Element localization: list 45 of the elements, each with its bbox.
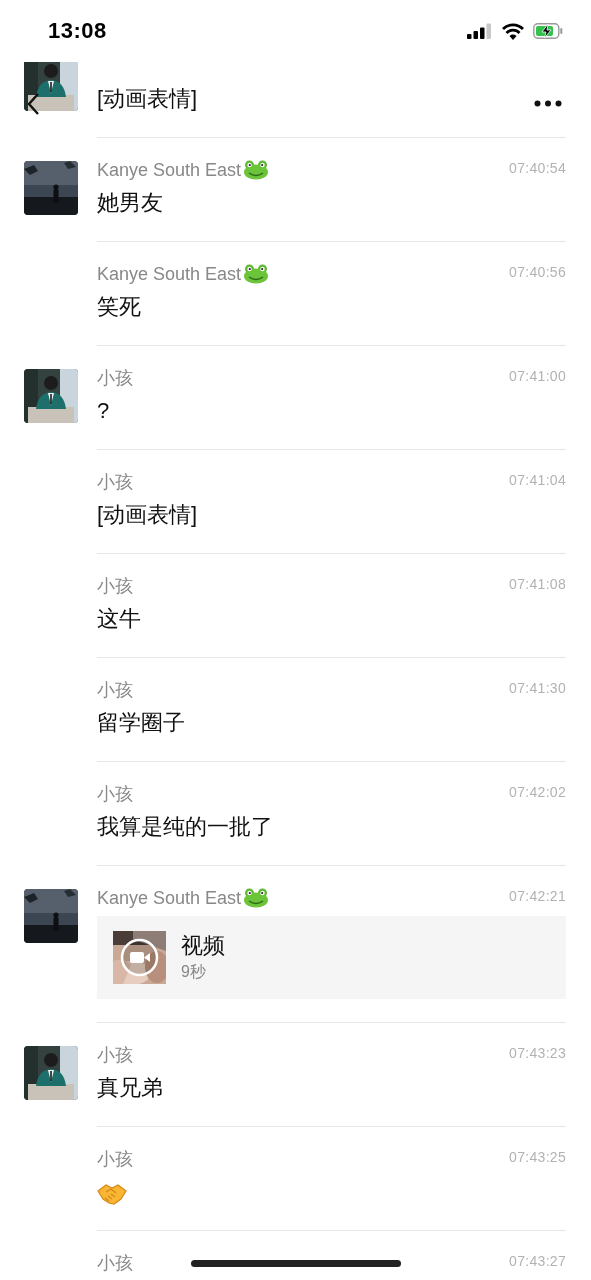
sender-name: Kanye South East: [97, 263, 242, 285]
battery-charging-icon: [533, 23, 563, 39]
message-text: 这牛: [97, 605, 141, 633]
message-time: 07:43:23: [509, 1044, 566, 1061]
sender-name: 小孩: [97, 471, 133, 494]
message-time: 07:40:54: [509, 159, 566, 176]
status-time: 13:08: [48, 18, 107, 44]
message-text: [动画表情]: [97, 85, 198, 113]
message-text: 笑死: [97, 293, 141, 321]
video-message[interactable]: 视频 9秒: [97, 916, 566, 999]
sender-name: Kanye South East: [97, 159, 242, 181]
frog-icon: [243, 160, 270, 180]
wifi-icon: [501, 22, 525, 40]
more-icon[interactable]: [534, 100, 562, 107]
sender-name: 小孩: [97, 783, 133, 806]
message-time: 07:43:27: [509, 1252, 566, 1269]
message-time: 07:41:00: [509, 367, 566, 384]
message-time: 07:42:02: [509, 783, 566, 800]
sender-name: 小孩: [97, 575, 133, 598]
sender-name: 小孩: [97, 367, 133, 390]
message-time: 07:41:04: [509, 471, 566, 488]
message-text: 留学圈子: [97, 709, 185, 737]
frog-icon: [243, 888, 270, 908]
message-time: 07:43:25: [509, 1148, 566, 1165]
sender-name: Kanye South East: [97, 887, 242, 909]
back-icon[interactable]: [26, 92, 40, 116]
sender-name: 小孩: [97, 679, 133, 702]
video-label: 视频: [181, 932, 225, 960]
sender-name: 小孩: [97, 1148, 133, 1171]
video-duration: 9秒: [181, 962, 207, 982]
message-text: 我算是纯的一批了: [97, 813, 273, 841]
message-time: 07:41:30: [509, 679, 566, 696]
signal-icon: [467, 23, 493, 39]
message-text: 她男友: [97, 189, 163, 217]
video-camera-icon: [120, 938, 159, 977]
frog-icon: [243, 264, 270, 284]
message-time: 07:42:21: [509, 887, 566, 904]
message-text: 真兄弟: [97, 1074, 163, 1102]
handshake-icon: [97, 1183, 127, 1205]
message-text: [动画表情]: [97, 501, 198, 529]
message-text: ?: [97, 397, 110, 425]
sender-name: 小孩: [97, 1252, 133, 1275]
sender-name: 小孩: [97, 1044, 133, 1067]
message-time: 07:41:08: [509, 575, 566, 592]
message-time: 07:40:56: [509, 263, 566, 280]
